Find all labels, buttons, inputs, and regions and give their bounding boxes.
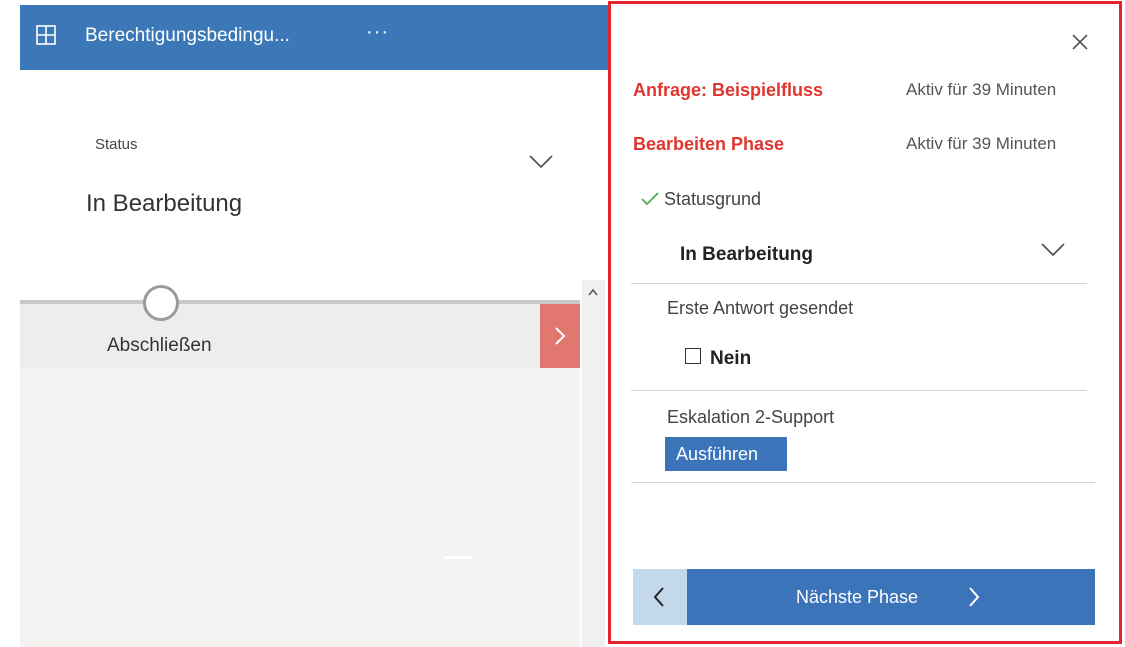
- erste-antwort-value[interactable]: Nein: [710, 348, 751, 370]
- check-icon: [641, 192, 659, 206]
- next-phase-label: Nächste Phase: [796, 587, 919, 607]
- divider: [631, 283, 1087, 284]
- ausfuehren-button[interactable]: Ausführen: [665, 437, 787, 471]
- divider: [445, 556, 473, 559]
- phase-name: Bearbeiten Phase: [633, 134, 785, 154]
- grid-icon[interactable]: [36, 25, 56, 45]
- erste-antwort-label: Erste Antwort gesendet: [667, 298, 854, 318]
- form-area: Berechtigungsbedingu... ··· Status In Be…: [0, 0, 610, 647]
- close-icon[interactable]: [1071, 33, 1089, 51]
- chevron-right-icon: [555, 327, 566, 345]
- more-options-icon[interactable]: ···: [366, 21, 389, 44]
- statusgrund-select[interactable]: In Bearbeitung: [680, 244, 813, 266]
- erste-antwort-checkbox[interactable]: [685, 348, 701, 364]
- scrollbar[interactable]: [582, 280, 605, 647]
- process-line: [20, 300, 580, 304]
- request-name: Anfrage: Beispielfluss: [633, 80, 824, 100]
- scroll-up-icon[interactable]: [586, 286, 600, 298]
- app-header: Berechtigungsbedingu... ···: [20, 5, 610, 70]
- statusgrund-label: Statusgrund: [664, 189, 762, 209]
- divider: [631, 482, 1095, 483]
- process-stage-bar: [20, 300, 580, 368]
- divider: [631, 390, 1087, 391]
- stage-next-button[interactable]: [540, 304, 580, 368]
- chevron-down-icon[interactable]: [1040, 240, 1066, 258]
- previous-phase-button[interactable]: [633, 569, 687, 625]
- content-area: [20, 368, 580, 647]
- stage-label[interactable]: Abschließen: [107, 335, 212, 357]
- stage-marker[interactable]: [143, 285, 179, 321]
- next-phase-button[interactable]: Nächste Phase: [687, 569, 1095, 625]
- eskalation-label: Eskalation 2-Support: [667, 407, 835, 427]
- status-label: Status: [95, 136, 138, 153]
- chevron-right-icon: [969, 587, 980, 607]
- app-title: Berechtigungsbedingu...: [85, 25, 290, 46]
- chevron-down-icon[interactable]: [528, 152, 554, 170]
- phase-active-time: Aktiv für 39 Minuten: [906, 134, 1057, 153]
- status-value[interactable]: In Bearbeitung: [86, 190, 242, 218]
- chevron-left-icon: [653, 587, 664, 607]
- request-active-time: Aktiv für 39 Minuten: [906, 80, 1057, 99]
